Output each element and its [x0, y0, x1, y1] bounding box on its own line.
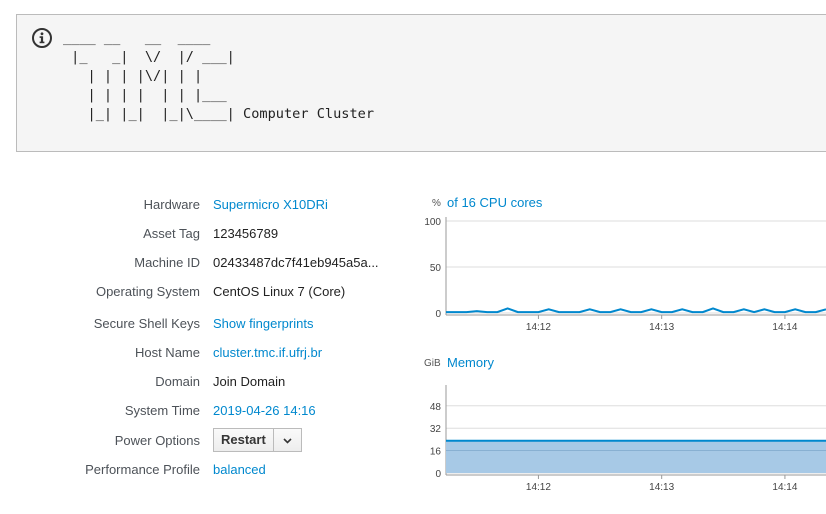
cpu-unit-label: % [432, 198, 441, 209]
show-fingerprints-link[interactable]: Show fingerprints [213, 314, 313, 334]
hardware-row: Hardware Supermicro X10DRi [0, 195, 420, 215]
power-options-row: Power Options Restart [0, 428, 420, 452]
y-tick-label: 48 [430, 402, 442, 413]
cpu-usage-chart: 100 50 0 14:12 14:13 14:14 [424, 217, 826, 333]
cpu-chart-title[interactable]: of 16 CPU cores [447, 195, 542, 210]
performance-profile-row: Performance Profile balanced [0, 460, 420, 480]
power-options-button-group: Restart [213, 428, 302, 452]
hardware-link[interactable]: Supermicro X10DRi [213, 195, 328, 215]
hardware-label: Hardware [143, 197, 200, 212]
cpu-line [446, 307, 826, 314]
y-tick-label: 16 [430, 447, 442, 458]
y-tick-label: 32 [430, 424, 442, 435]
machine-id-label: Machine ID [134, 255, 200, 270]
memory-usage-chart: 48 32 16 0 14:12 14:13 14:14 [430, 385, 826, 493]
host-name-row: Host Name cluster.tmc.if.ufrj.br [0, 343, 420, 363]
domain-label: Domain [155, 374, 200, 389]
x-tick-label: 14:13 [649, 482, 674, 493]
memory-chart-title[interactable]: Memory [447, 355, 494, 370]
machine-id-value: 02433487dc7f41eb945a5a... [213, 255, 379, 270]
motd-banner: ____ __ __ ____ |_ _| \/ |/ ___| | | | |… [16, 14, 826, 152]
host-name-link[interactable]: cluster.tmc.if.ufrj.br [213, 343, 322, 363]
asset-tag-label: Asset Tag [143, 226, 200, 241]
ssh-keys-label: Secure Shell Keys [93, 316, 200, 331]
ssh-keys-row: Secure Shell Keys Show fingerprints [0, 314, 420, 334]
host-name-label: Host Name [134, 345, 200, 360]
domain-row: Domain Join Domain [0, 372, 420, 392]
os-row: Operating System CentOS Linux 7 (Core) [0, 282, 420, 302]
performance-profile-link[interactable]: balanced [213, 460, 266, 480]
x-tick-label: 14:12 [526, 322, 551, 333]
x-tick-label: 14:14 [772, 482, 797, 493]
asset-tag-row: Asset Tag 123456789 [0, 224, 420, 244]
motd-text: ____ __ __ ____ |_ _| \/ |/ ___| | | | |… [63, 30, 374, 122]
x-tick-label: 14:12 [526, 482, 551, 493]
os-value: CentOS Linux 7 (Core) [213, 284, 346, 299]
os-label: Operating System [95, 284, 200, 299]
performance-profile-label: Performance Profile [85, 462, 200, 477]
info-circle-icon [32, 28, 52, 48]
y-tick-label: 50 [430, 263, 442, 274]
y-tick-label: 100 [424, 217, 441, 228]
machine-id-row: Machine ID 02433487dc7f41eb945a5a... [0, 253, 420, 273]
power-options-label: Power Options [114, 433, 200, 448]
asset-tag-value: 123456789 [213, 226, 279, 241]
system-time-row: System Time 2019-04-26 14:16 [0, 401, 420, 421]
y-tick-label: 0 [435, 469, 441, 480]
chevron-down-icon [283, 437, 292, 444]
system-time-link[interactable]: 2019-04-26 14:16 [213, 401, 316, 421]
memory-area [446, 440, 826, 473]
system-time-label: System Time [124, 403, 200, 418]
restart-button[interactable]: Restart [213, 428, 274, 452]
y-tick-label: 0 [435, 309, 441, 320]
power-options-dropdown-button[interactable] [273, 428, 302, 452]
x-tick-label: 14:14 [772, 322, 797, 333]
memory-unit-label: GiB [424, 358, 441, 369]
x-tick-label: 14:13 [649, 322, 674, 333]
join-domain-link[interactable]: Join Domain [213, 372, 285, 392]
